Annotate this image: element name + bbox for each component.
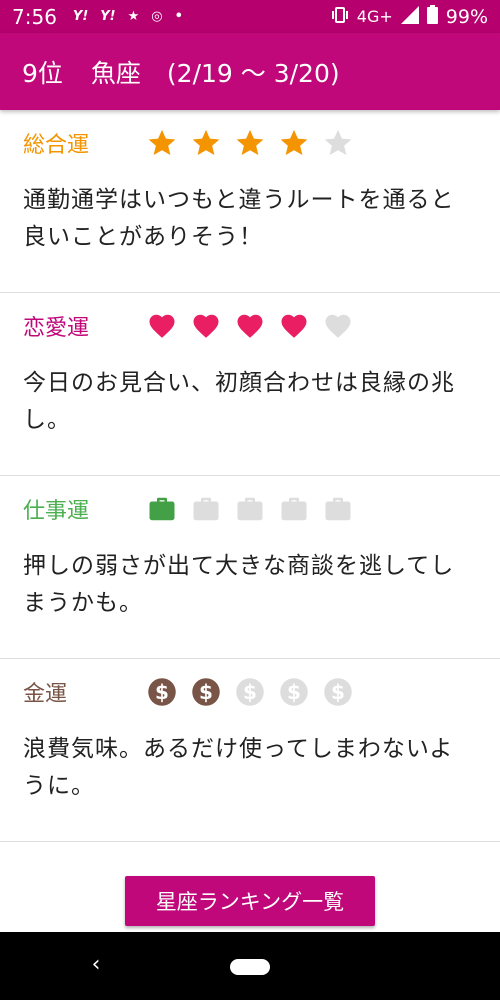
navigation-bar: ‹: [0, 932, 500, 1000]
back-icon[interactable]: ‹: [86, 952, 106, 978]
status-time: 7:56: [12, 4, 57, 29]
rating-money: $ $ $ $ $: [147, 677, 353, 707]
status-left: 7:56 Y! Y! ★ ◎ •: [12, 5, 183, 29]
dollar-coin-icon-filled: $: [147, 677, 177, 707]
section-love: 恋愛運 今日のお見合い、初顔合わせは良縁の兆し。: [0, 293, 500, 476]
section-title-work: 仕事運: [23, 499, 90, 524]
app-notification-icon: ◎: [151, 9, 163, 24]
fortune-text-love: 今日のお見合い、初顔合わせは良縁の兆し。: [23, 370, 455, 433]
rank-label: 9位: [22, 58, 63, 88]
screen: 7:56 Y! Y! ★ ◎ • 4G+ 99% 9位 魚座 (2/19 〜 3…: [0, 0, 500, 1000]
app-bar: 9位 魚座 (2/19 〜 3/20): [0, 33, 500, 110]
heart-icon-filled: [235, 311, 265, 341]
heart-icon-empty: [323, 311, 353, 341]
svg-text:$: $: [331, 680, 345, 704]
section-title-overall: 総合運: [23, 133, 90, 158]
sign-name: 魚座: [90, 58, 141, 88]
vibrate-icon: [331, 6, 349, 27]
star-icon-filled: [279, 128, 309, 158]
signal-icon: [400, 5, 419, 28]
zodiac-ranking-button[interactable]: 星座ランキング一覧: [125, 876, 375, 926]
home-pill-icon[interactable]: [230, 959, 270, 975]
battery-percent: 99%: [445, 5, 488, 28]
status-bar: 7:56 Y! Y! ★ ◎ • 4G+ 99%: [0, 0, 500, 33]
svg-text:$: $: [287, 680, 301, 704]
battery-icon: [426, 5, 438, 28]
yahoo-notification-icon: Y!: [100, 9, 116, 24]
heart-icon-filled: [191, 311, 221, 341]
star-icon-empty: [323, 128, 353, 158]
section-title-love: 恋愛運: [23, 316, 90, 341]
section-header: 仕事運: [23, 490, 476, 528]
sign-date-range: (2/19 〜 3/20): [166, 58, 340, 88]
rating-love: [147, 311, 353, 341]
status-right: 4G+ 99%: [331, 5, 488, 28]
briefcase-icon-empty: [191, 494, 221, 524]
svg-text:$: $: [243, 680, 257, 704]
dollar-coin-icon-empty: $: [323, 677, 353, 707]
briefcase-icon-empty: [279, 494, 309, 524]
yahoo-notification-icon: Y!: [72, 9, 89, 24]
star-icon-filled: [147, 128, 177, 158]
heart-icon-filled: [147, 311, 177, 341]
rating-overall: [147, 128, 353, 158]
network-type: 4G+: [356, 7, 393, 26]
star-icon-filled: [235, 128, 265, 158]
dollar-coin-icon-empty: $: [279, 677, 309, 707]
section-overall: 総合運 通勤通学はいつもと違うルートを通ると良いことがありそう！: [0, 110, 500, 293]
star-icon-filled: [191, 128, 221, 158]
dollar-coin-icon-empty: $: [235, 677, 265, 707]
fortune-text-overall: 通勤通学はいつもと違うルートを通ると良いことがありそう！: [23, 187, 455, 250]
fortune-text-work: 押しの弱さが出て大きな商談を逃してしまうかも。: [23, 553, 455, 616]
more-notifications-dot-icon: •: [174, 9, 183, 24]
rating-work: [147, 494, 353, 524]
section-work: 仕事運 押しの弱さが出て大きな商談を逃してしまうかも。: [0, 476, 500, 659]
svg-text:$: $: [155, 680, 169, 704]
svg-text:$: $: [199, 680, 213, 704]
briefcase-icon-filled: [147, 494, 177, 524]
dollar-coin-icon-filled: $: [191, 677, 221, 707]
briefcase-icon-empty: [323, 494, 353, 524]
briefcase-icon-empty: [235, 494, 265, 524]
fortune-list: 総合運 通勤通学はいつもと違うルートを通ると良いことがありそう！ 恋愛運 今日の…: [0, 110, 500, 932]
section-money: 金運 $ $ $ $ $ 浪費気味。あるだけ使ってしまわないように。: [0, 659, 500, 842]
section-header: 恋愛運: [23, 307, 476, 345]
star-notification-icon: ★: [127, 9, 140, 24]
section-title-money: 金運: [23, 682, 68, 707]
section-header: 総合運: [23, 124, 476, 162]
heart-icon-filled: [279, 311, 309, 341]
fortune-text-money: 浪費気味。あるだけ使ってしまわないように。: [23, 736, 454, 799]
section-header: 金運 $ $ $ $ $: [23, 673, 476, 711]
